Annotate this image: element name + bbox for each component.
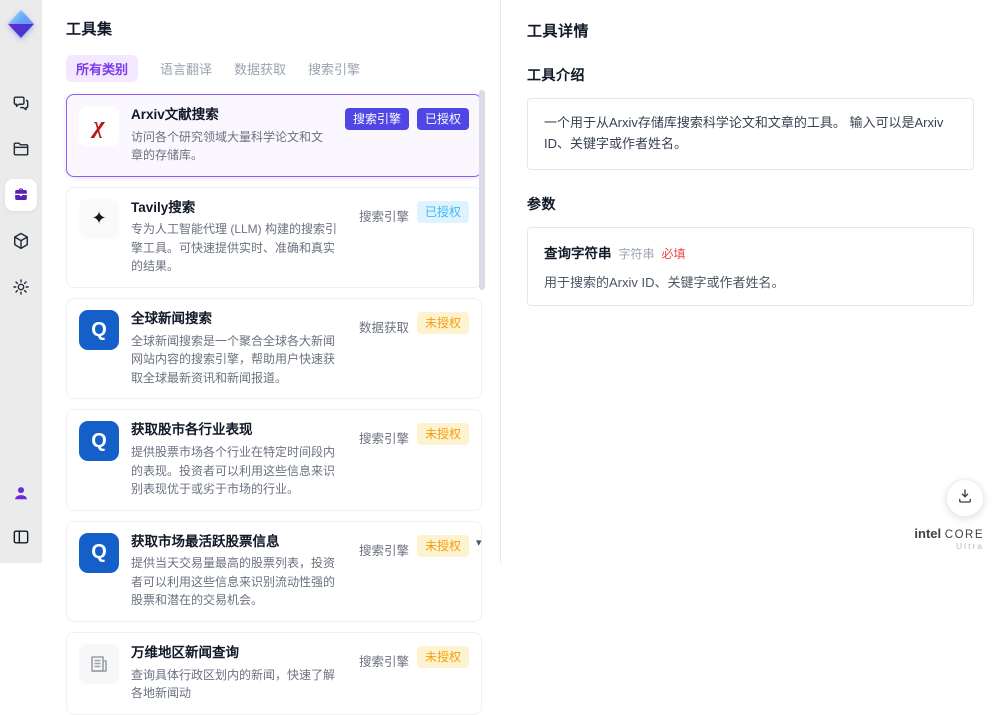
param-description: 用于搜索的Arxiv ID、关键字或作者姓名。 [544, 272, 957, 291]
tool-name: 获取市场最活跃股票信息 [131, 533, 347, 551]
tool-list-pane: 工具集 所有类别 语言翻译 数据获取 搜索引擎 χ Arxiv文献搜索 访问各个… [42, 0, 500, 563]
tool-description: 提供股票市场各个行业在特定时间段内的表现。投资者可以利用这些信息来识别表现优于或… [131, 443, 347, 499]
tool-description: 查询具体行政区划内的新闻，快速了解各地新闻动 [131, 666, 347, 703]
gear-icon [11, 277, 31, 297]
blue-q-logo-icon: Q [79, 533, 119, 573]
params-section-title: 参数 [527, 194, 974, 214]
tavily-star-icon: ✦ [79, 199, 119, 239]
detail-title: 工具详情 [527, 20, 974, 41]
tool-card-regional-news[interactable]: 万维地区新闻查询 查询具体行政区划内的新闻，快速了解各地新闻动 搜索引擎 未授权 [66, 632, 482, 715]
category-label: 搜索引擎 [359, 201, 409, 230]
param-type: 字符串 [619, 245, 655, 262]
tab-language-translation[interactable]: 语言翻译 [160, 55, 212, 82]
tool-name: 全球新闻搜索 [131, 310, 347, 328]
intro-section-title: 工具介绍 [527, 65, 974, 85]
param-required-flag: 必填 [662, 245, 686, 262]
page-title: 工具集 [66, 18, 486, 39]
category-label: 搜索引擎 [359, 646, 409, 675]
sidebar-item-settings[interactable] [5, 271, 37, 303]
download-button[interactable] [946, 479, 984, 517]
scrollbar-down-arrow[interactable]: ▾ [476, 536, 482, 549]
status-badge: 未授权 [417, 312, 469, 334]
tool-description: 访问各个研究领域大量科学论文和文章的存储库。 [131, 128, 333, 165]
category-tabs: 所有类别 语言翻译 数据获取 搜索引擎 [66, 55, 486, 82]
sidebar-item-files[interactable] [5, 133, 37, 165]
category-badge: 搜索引擎 [345, 108, 409, 130]
category-label: 搜索引擎 [359, 423, 409, 452]
app-logo-icon [6, 9, 36, 39]
status-badge: 未授权 [417, 646, 469, 668]
sidebar-item-account[interactable] [5, 477, 37, 509]
tab-data-acquisition[interactable]: 数据获取 [234, 55, 286, 82]
category-label: 搜索引擎 [359, 535, 409, 564]
sidebar-item-collapse[interactable] [5, 521, 37, 553]
download-icon [956, 487, 974, 510]
tool-name: Tavily搜索 [131, 199, 347, 217]
tab-all-categories[interactable]: 所有类别 [66, 55, 138, 82]
tool-description: 全球新闻搜索是一个聚合全球各大新闻网站内容的搜索引擎，帮助用户快速获取全球最新资… [131, 332, 347, 388]
status-badge: 未授权 [417, 535, 469, 557]
newspaper-icon [79, 644, 119, 684]
tool-intro-box: 一个用于从Arxiv存储库搜索科学论文和文章的工具。 输入可以是Arxiv ID… [527, 98, 974, 170]
tool-name: 获取股市各行业表现 [131, 421, 347, 439]
sidebar-item-tools[interactable] [5, 179, 37, 211]
tool-name: Arxiv文献搜索 [131, 106, 333, 124]
blue-q-logo-icon: Q [79, 310, 119, 350]
status-badge: 已授权 [417, 201, 469, 223]
tool-card-global-news[interactable]: Q 全球新闻搜索 全球新闻搜索是一个聚合全球各大新闻网站内容的搜索引擎，帮助用户… [66, 298, 482, 399]
status-badge: 未授权 [417, 423, 469, 445]
arxiv-logo-icon: χ [79, 106, 119, 146]
sidebar-item-chat[interactable] [5, 87, 37, 119]
tool-card-tavily[interactable]: ✦ Tavily搜索 专为人工智能代理 (LLM) 构建的搜索引擎工具。可快速提… [66, 187, 482, 288]
tool-detail-pane: 工具详情 工具介绍 一个用于从Arxiv存储库搜索科学论文和文章的工具。 输入可… [500, 0, 1000, 563]
list-scrollbar[interactable]: ▾ [478, 88, 486, 563]
sidebar-item-models[interactable] [5, 225, 37, 257]
user-icon [11, 483, 31, 503]
briefcase-icon [11, 185, 31, 205]
parameter-card: 查询字符串 字符串 必填 用于搜索的Arxiv ID、关键字或作者姓名。 [527, 227, 974, 306]
intel-core-logo: intel CORE Ultra [914, 527, 984, 551]
folder-icon [11, 139, 31, 159]
scrollbar-thumb[interactable] [479, 90, 485, 290]
tool-card-stock-sectors[interactable]: Q 获取股市各行业表现 提供股票市场各个行业在特定时间段内的表现。投资者可以利用… [66, 409, 482, 510]
intel-core-sub-label: Ultra [914, 542, 984, 551]
param-name: 查询字符串 [544, 242, 612, 262]
app-rail [0, 0, 42, 563]
panel-toggle-icon [11, 527, 31, 547]
tool-card-arxiv[interactable]: χ Arxiv文献搜索 访问各个研究领域大量科学论文和文章的存储库。 搜索引擎 … [66, 94, 482, 177]
chat-icon [11, 93, 31, 113]
tool-list: χ Arxiv文献搜索 访问各个研究领域大量科学论文和文章的存储库。 搜索引擎 … [66, 94, 482, 715]
category-label: 数据获取 [359, 312, 409, 341]
tab-search-engine[interactable]: 搜索引擎 [308, 55, 360, 82]
blue-q-logo-icon: Q [79, 421, 119, 461]
tool-description: 专为人工智能代理 (LLM) 构建的搜索引擎工具。可快速提供实时、准确和真实的结… [131, 220, 347, 276]
status-badge: 已授权 [417, 108, 469, 130]
cube-icon [11, 231, 31, 251]
tool-name: 万维地区新闻查询 [131, 644, 347, 662]
tool-card-active-stocks[interactable]: Q 获取市场最活跃股票信息 提供当天交易量最高的股票列表，投资者可以利用这些信息… [66, 521, 482, 622]
